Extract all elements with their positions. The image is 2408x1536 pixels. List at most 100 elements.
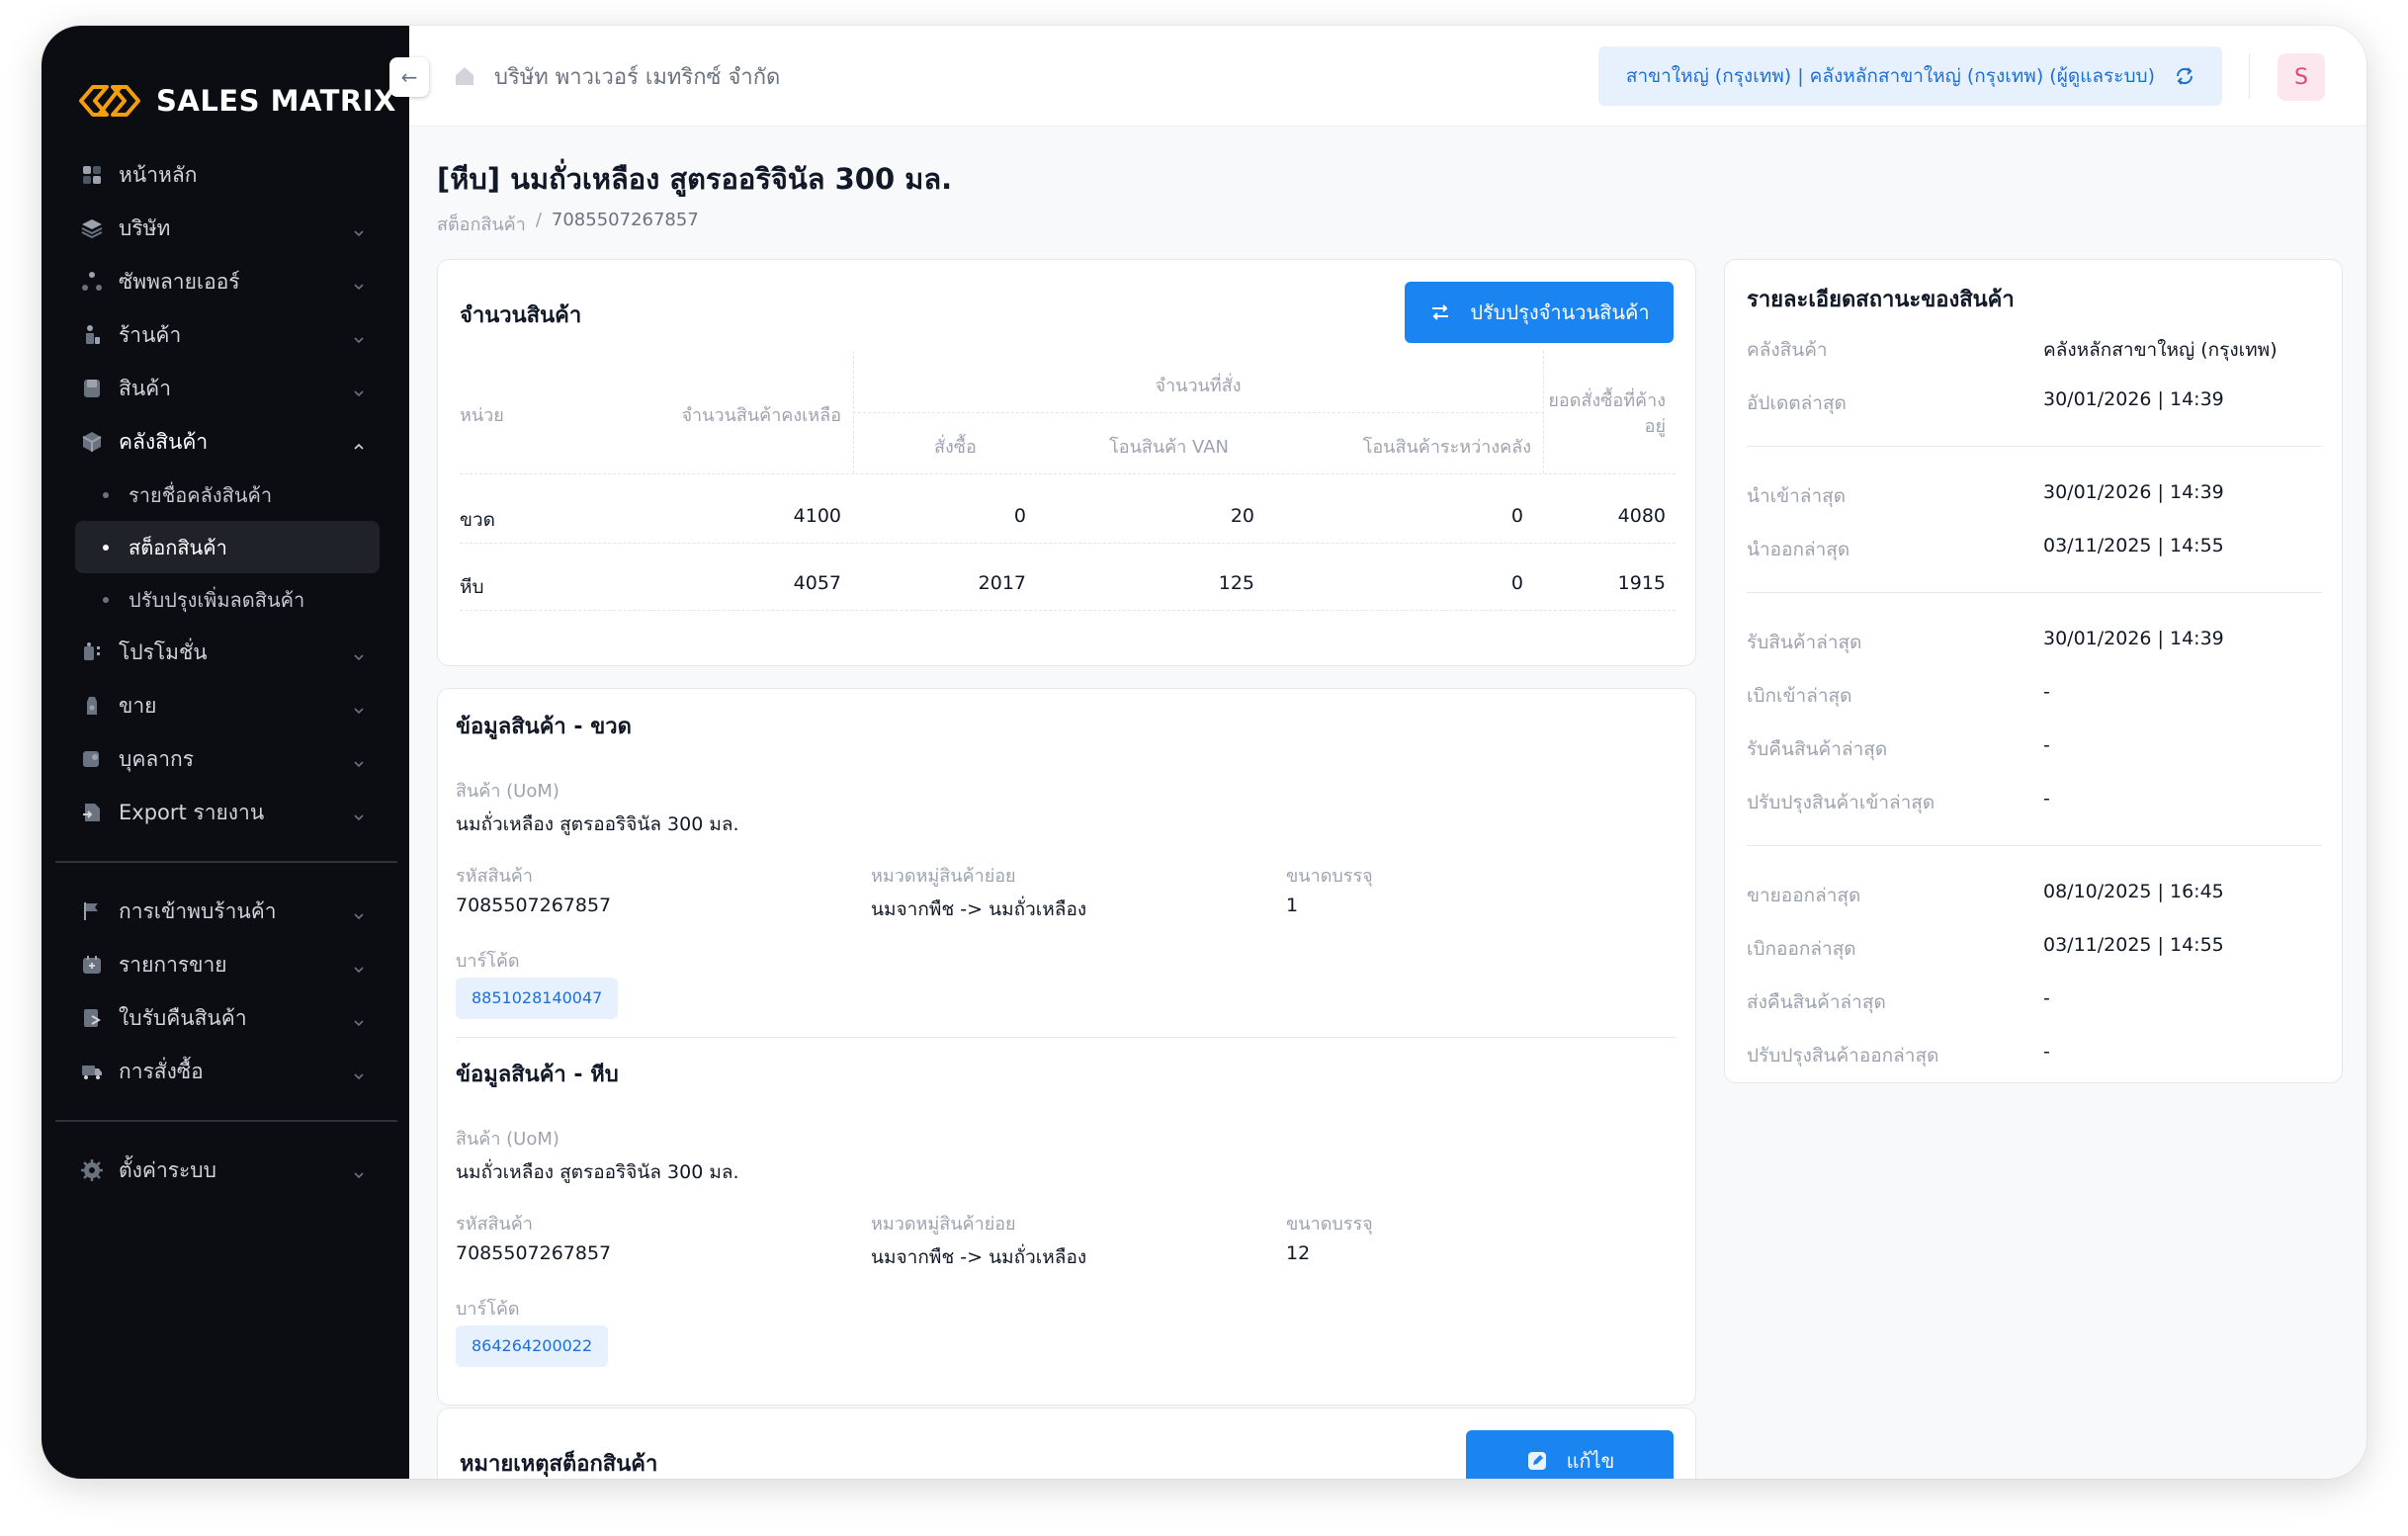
chevron-down-icon	[352, 699, 366, 715]
collapse-sidebar-button[interactable]: ←	[389, 57, 429, 97]
sidebar-item-label: ตั้งค่าระบบ	[119, 1157, 216, 1182]
sidebar-item-promotion[interactable]: โปรโมชั่น	[75, 626, 380, 679]
calendar-icon	[79, 952, 105, 978]
status-label: ส่งคืนสินค้าล่าสุด	[1747, 991, 1886, 1013]
sidebar-item-personnel[interactable]: บุคลากร	[75, 732, 380, 786]
chevron-down-icon	[352, 1065, 366, 1080]
sidebar-item-label: ใบรับคืนสินค้า	[119, 1005, 247, 1030]
company-selector[interactable]: บริษัท พาวเวอร์ เมทริกซ์ จำกัด	[453, 26, 780, 127]
pack-size-value: 1	[1286, 895, 1299, 916]
sidebar-item-export[interactable]: Export รายงาน	[75, 786, 380, 839]
sidebar-item-label: หน้าหลัก	[119, 162, 198, 187]
col-header-pending-line1: ยอดสั่งซื้อที่ค้าง	[1548, 390, 1666, 411]
uom-value: นมถั่วเหลือง สูตรออริจินัล 300 มล.	[456, 1161, 739, 1183]
sidebar-item-warehouse[interactable]: คลังสินค้า	[75, 415, 380, 469]
avatar-initial: S	[2294, 64, 2308, 90]
person-icon	[79, 746, 105, 772]
status-value: -	[2043, 987, 2050, 1009]
table-divider	[1543, 351, 1544, 473]
network-icon	[79, 269, 105, 295]
chevron-down-icon	[352, 1011, 366, 1027]
app-window: SALES MATRIX หน้าหลัก บริษัท ซัพพลายเออร…	[42, 26, 2366, 1479]
section-divider	[1747, 446, 2322, 447]
status-label: รับคืนสินค้าล่าสุด	[1747, 738, 1888, 760]
chevron-down-icon	[352, 275, 366, 291]
sidebar-subitem-label: สต็อกสินค้า	[129, 535, 227, 559]
product-info-title: ข้อมูลสินค้า - หีบ	[456, 1063, 619, 1087]
status-value: 03/11/2025 | 14:55	[2043, 934, 2224, 956]
subcategory-value: นมจากพืช -> นมถั่วเหลือง	[871, 898, 1087, 920]
breadcrumb: สต็อกสินค้า / 7085507267857	[437, 210, 699, 238]
chevron-up-icon	[352, 435, 366, 450]
status-value: -	[2043, 788, 2050, 810]
sidebar-divider	[55, 1120, 397, 1122]
sidebar-item-supplier[interactable]: ซัพพลายเออร์	[75, 255, 380, 308]
status-label: ปรับปรุงสินค้าเข้าล่าสุด	[1747, 792, 1935, 813]
gear-icon	[79, 1157, 105, 1183]
page-title: [หีบ] นมถั่วเหลือง สูตรออริจินัล 300 มล.	[437, 162, 953, 196]
company-name: บริษัท พาวเวอร์ เมทริกซ์ จำกัด	[494, 64, 781, 90]
breadcrumb-parent[interactable]: สต็อกสินค้า	[437, 210, 526, 238]
bullet-icon	[103, 596, 109, 603]
sidebar-item-label: โปรโมชั่น	[119, 640, 208, 664]
status-label: คลังสินค้า	[1747, 339, 1828, 361]
section-divider	[456, 1037, 1676, 1038]
bullet-icon	[103, 544, 109, 551]
sidebar-item-product[interactable]: สินค้า	[75, 362, 380, 415]
status-label: เบิกออกล่าสุด	[1747, 938, 1856, 960]
cell-unit: หีบ	[460, 576, 484, 598]
sidebar-item-sales[interactable]: ขาย	[75, 679, 380, 732]
product-code-value: 7085507267857	[456, 1242, 612, 1264]
chevron-down-icon	[352, 806, 366, 821]
table-divider	[460, 543, 1676, 544]
status-value: 08/10/2025 | 16:45	[2043, 881, 2224, 902]
status-value: -	[2043, 681, 2050, 703]
adjust-stock-button[interactable]: ปรับปรุงจำนวนสินค้า	[1405, 282, 1674, 343]
cell-purchase: 0	[1013, 505, 1026, 527]
pack-size-label: ขนาดบรรจุ	[1286, 866, 1373, 887]
sidebar-subitem-label: ปรับปรุงเพิ่มลดสินค้า	[129, 587, 305, 612]
product-code-label: รหัสสินค้า	[456, 1214, 533, 1235]
sidebar-item-label: คลังสินค้า	[119, 429, 209, 454]
top-bar: ← บริษัท พาวเวอร์ เมทริกซ์ จำกัด สาขาใหญ…	[389, 26, 2366, 127]
pack-size-value: 12	[1286, 1242, 1311, 1264]
arrow-left-icon: ←	[400, 65, 418, 89]
chevron-down-icon	[352, 328, 366, 344]
sidebar-subitem-stock-adjust[interactable]: ปรับปรุงเพิ่มลดสินค้า	[75, 573, 380, 626]
sidebar-subitem-stock[interactable]: สต็อกสินค้า	[75, 521, 380, 573]
barcode-badge: 8851028140047	[456, 978, 619, 1019]
box-icon	[79, 429, 105, 455]
sidebar-item-return[interactable]: ใบรับคืนสินค้า	[75, 991, 380, 1045]
sidebar-item-store[interactable]: ร้านค้า	[75, 308, 380, 362]
chevron-down-icon	[352, 752, 366, 768]
cell-pending: 4080	[1617, 505, 1666, 527]
edit-notes-button[interactable]: แก้ไข	[1466, 1430, 1674, 1479]
col-header-purchase: สั่งซื้อ	[934, 437, 977, 458]
cell-van: 125	[1218, 572, 1254, 594]
sidebar-item-company[interactable]: บริษัท	[75, 202, 380, 255]
user-avatar[interactable]: S	[2278, 53, 2325, 101]
branch-selector[interactable]: สาขาใหญ่ (กรุงเทพ) | คลังหลักสาขาใหญ่ (ก…	[1597, 46, 2222, 106]
table-divider	[853, 412, 1543, 413]
sidebar-item-label: Export รายงาน	[119, 800, 265, 824]
sidebar-item-home[interactable]: หน้าหลัก	[75, 148, 380, 202]
product-icon	[79, 376, 105, 401]
sidebar-item-label: สินค้า	[119, 376, 172, 400]
sidebar-item-sales-list[interactable]: รายการขาย	[75, 938, 380, 991]
sidebar-item-settings[interactable]: ตั้งค่าระบบ	[75, 1144, 380, 1197]
sidebar: SALES MATRIX หน้าหลัก บริษัท ซัพพลายเออร…	[42, 26, 409, 1479]
uom-value: นมถั่วเหลือง สูตรออริจินัล 300 มล.	[456, 813, 739, 835]
section-divider	[1747, 845, 2322, 846]
export-icon	[79, 800, 105, 825]
sidebar-item-store-visit[interactable]: การเข้าพบร้านค้า	[75, 885, 380, 938]
sidebar-subitem-warehouse-list[interactable]: รายชื่อคลังสินค้า	[75, 469, 380, 521]
status-value: 30/01/2026 | 14:39	[2043, 628, 2224, 649]
app-logo[interactable]: SALES MATRIX	[77, 51, 396, 150]
sidebar-nav: หน้าหลัก บริษัท ซัพพลายเออร์ ร้านค้า สิน…	[42, 148, 409, 1197]
barcode-badge: 864264200022	[456, 1325, 609, 1367]
sidebar-item-purchase-order[interactable]: การสั่งซื้อ	[75, 1045, 380, 1098]
topbar-divider	[2249, 53, 2250, 99]
status-label: รับสินค้าล่าสุด	[1747, 632, 1862, 653]
cell-remaining: 4057	[793, 572, 841, 594]
cell-van: 20	[1230, 505, 1254, 527]
